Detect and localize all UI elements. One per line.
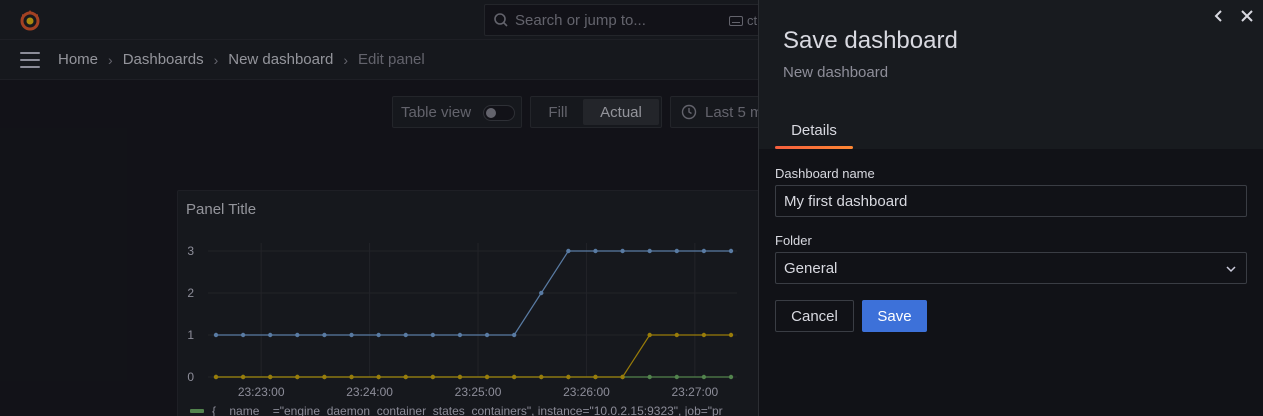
drawer-header: Save dashboard New dashboard Details (759, 0, 1263, 149)
dashboard-name-input[interactable] (775, 185, 1247, 217)
folder-label: Folder (775, 233, 812, 248)
chevron-down-icon (1226, 266, 1236, 273)
dashboard-name-label: Dashboard name (775, 166, 875, 181)
active-tab-indicator (775, 146, 853, 149)
drawer-title: Save dashboard (783, 27, 958, 54)
folder-select[interactable]: General (775, 252, 1247, 284)
save-dashboard-drawer: Save dashboard New dashboard Details Das… (758, 0, 1263, 416)
close-icon[interactable] (1239, 8, 1255, 24)
tab-details[interactable]: Details (775, 116, 853, 149)
save-button[interactable]: Save (862, 300, 927, 332)
cancel-button[interactable]: Cancel (775, 300, 854, 332)
modal-backdrop[interactable] (0, 0, 760, 416)
chevron-left-icon[interactable] (1211, 8, 1227, 24)
folder-select-value: General (784, 259, 838, 277)
drawer-subtitle: New dashboard (783, 64, 889, 81)
